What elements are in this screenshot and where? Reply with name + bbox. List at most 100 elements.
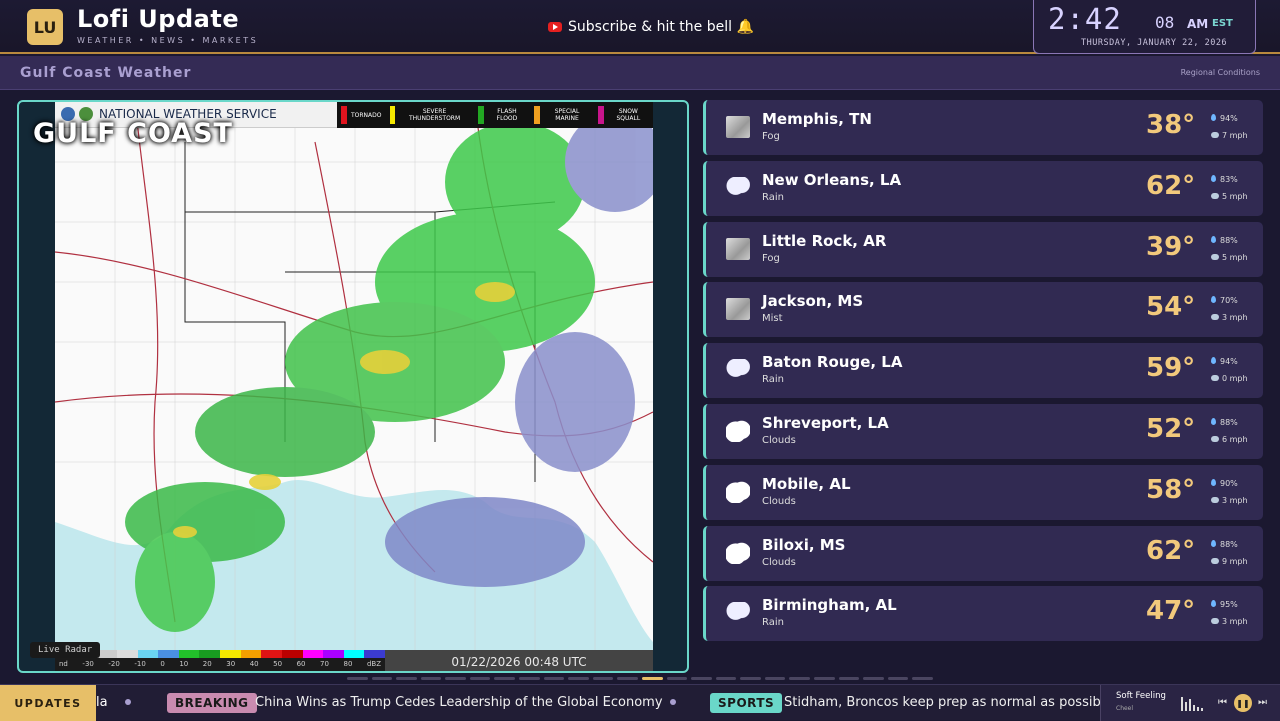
cloud-icon (726, 541, 750, 564)
legend-swatch (534, 106, 540, 124)
legend-label: SPECIAL MARINE (554, 108, 580, 122)
ticker-separator (670, 699, 676, 705)
legend-swatch (598, 106, 604, 124)
legend-item: SPECIAL MARINE (530, 102, 594, 128)
city-humidity: 95% (1211, 600, 1238, 609)
city-name: Biloxi, MS (762, 535, 846, 554)
page-dot[interactable] (568, 677, 589, 680)
page-dot[interactable] (691, 677, 712, 680)
city-humidity: 88% (1211, 539, 1238, 549)
city-name: New Orleans, LA (762, 170, 902, 189)
city-name: Memphis, TN (762, 110, 872, 128)
humidity-icon (1211, 296, 1216, 304)
scale-label: 60 (296, 660, 306, 668)
page-dot[interactable] (396, 677, 417, 680)
city-wind: 7 mph (1211, 131, 1248, 140)
page-dot[interactable] (445, 677, 466, 680)
city-name: Shreveport, LA (762, 413, 889, 432)
page-dot[interactable] (789, 677, 810, 680)
song-title: Soft Feeling (1116, 691, 1166, 701)
clock-timezone: EST (1212, 18, 1233, 29)
humidity-icon (1211, 114, 1216, 121)
breaking-tag: BREAKING (167, 693, 257, 713)
city-name: Mobile, AL (762, 474, 851, 493)
wind-icon (1211, 132, 1219, 138)
city-name: Baton Rouge, LA (762, 353, 903, 372)
top-bar: LU Lofi Update WEATHER • NEWS • MARKETS … (0, 0, 1280, 54)
page-dot[interactable] (666, 677, 688, 680)
clock-date: THURSDAY, JANUARY 22, 2026 (1081, 38, 1228, 48)
scale-label: 80 (343, 660, 353, 668)
page-dot[interactable] (764, 677, 786, 680)
subscribe-text: Subscribe & hit the bell 🔔 (568, 19, 754, 35)
scale-label: 50 (273, 660, 283, 668)
music-player: Soft Feeling Cheel ⏮ ❚❚ ⏭ (1100, 685, 1280, 721)
page-dot[interactable] (494, 677, 516, 680)
rain-icon (726, 602, 750, 625)
ticker-fragment: la (96, 695, 108, 710)
humidity-icon (1211, 600, 1216, 608)
page-dot[interactable] (519, 677, 540, 680)
page-dot[interactable] (740, 677, 761, 680)
city-temp: 38° (1146, 110, 1196, 140)
page-dot[interactable] (863, 677, 884, 680)
next-icon[interactable]: ⏭ (1258, 697, 1267, 708)
rain-icon (726, 176, 750, 199)
page-dot[interactable] (592, 677, 614, 680)
city-condition: Rain (762, 191, 784, 203)
legend-item: SNOW SQUALL (594, 102, 653, 128)
page-dot[interactable] (887, 677, 909, 680)
pause-button[interactable]: ❚❚ (1234, 694, 1252, 712)
city-wind: 0 mph (1211, 374, 1248, 383)
page-dot[interactable] (371, 677, 393, 680)
city-condition: Mist (762, 313, 783, 325)
city-name: Jackson, MS (762, 292, 864, 311)
page-dot[interactable] (469, 677, 491, 680)
wind-icon (1211, 557, 1219, 564)
city-list: Memphis, TN Fog 38° 94% 7 mph New Orlean… (703, 100, 1263, 647)
radar-timestamp: 01/22/2026 00:48 UTC (385, 650, 653, 671)
page-dot[interactable] (813, 677, 835, 680)
radar-map (54, 102, 665, 671)
ticker-separator (125, 699, 131, 705)
section-right-label: Regional Conditions (1180, 68, 1260, 77)
city-humidity: 88% (1211, 235, 1238, 245)
page-dot-active[interactable] (641, 677, 663, 680)
humidity-icon (1211, 357, 1216, 365)
page-dot[interactable] (543, 677, 565, 680)
page-dot[interactable] (420, 677, 442, 680)
city-card: Birmingham, AL Rain 47° 95% 3 mph (703, 586, 1263, 642)
page-dot[interactable] (617, 677, 638, 680)
scale-label: -30 (82, 660, 94, 668)
area-label: GULF COAST (33, 118, 233, 149)
scale-label: -10 (134, 660, 146, 668)
page-dot[interactable] (838, 677, 860, 680)
city-humidity: 90% (1211, 478, 1238, 488)
dbz-colors (55, 650, 385, 658)
page-dot[interactable] (347, 677, 368, 680)
legend-swatch (478, 106, 484, 124)
page-dot[interactable] (912, 677, 933, 680)
humidity-icon (1211, 417, 1216, 425)
wind-icon (1211, 496, 1219, 503)
city-temp: 58° (1146, 474, 1196, 505)
city-wind: 6 mph (1211, 435, 1248, 444)
city-condition: Rain (762, 617, 784, 629)
logo: LU (27, 9, 63, 45)
city-temp: 52° (1146, 413, 1196, 444)
scale-label: 20 (202, 660, 212, 668)
previous-icon[interactable]: ⏮ (1218, 697, 1227, 708)
scale-label: 70 (320, 660, 329, 668)
city-wind: 3 mph (1211, 617, 1248, 626)
city-condition: Rain (762, 374, 784, 386)
page-dot[interactable] (715, 677, 737, 680)
section-bar: Gulf Coast Weather Regional Conditions (0, 56, 1280, 90)
subscribe-banner[interactable]: Subscribe & hit the bell 🔔 (548, 19, 754, 35)
wind-icon (1211, 192, 1219, 199)
humidity-icon (1211, 174, 1216, 182)
city-wind: 3 mph (1211, 313, 1248, 322)
legend-swatch (389, 106, 396, 124)
page-indicator (347, 677, 933, 680)
rain-icon (726, 359, 750, 382)
city-wind: 3 mph (1211, 496, 1248, 505)
